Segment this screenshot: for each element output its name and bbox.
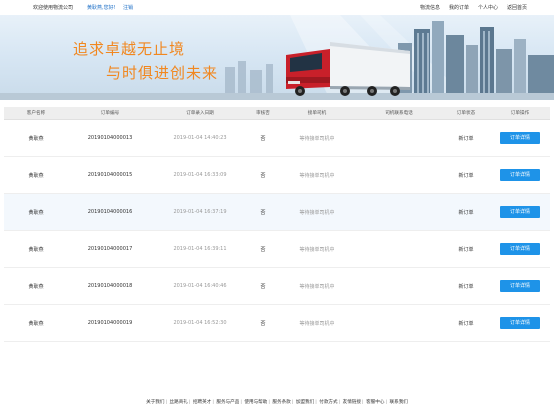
divider: | <box>385 400 388 405</box>
order-detail-button[interactable]: 订单详情 <box>500 132 540 144</box>
footer-link[interactable]: 加盟我们 <box>296 400 314 405</box>
audited-status: 否 <box>260 209 266 216</box>
divider: | <box>188 400 191 405</box>
order-number: 20190104000018 <box>87 283 133 289</box>
footer-link[interactable]: 使用与帮助 <box>244 400 267 405</box>
order-status: 新订单 <box>458 246 474 253</box>
column-header: 订单操作 <box>510 111 530 116</box>
divider: | <box>338 400 341 405</box>
customer-name: 黄耿燕 <box>28 135 44 142</box>
user-greeting-link[interactable]: 黄耿燕,您好! <box>87 4 116 11</box>
divider: | <box>268 400 270 405</box>
footer-link[interactable]: 付款方式 <box>319 400 337 405</box>
audited-status: 否 <box>260 172 266 179</box>
order-detail-button[interactable]: 订单详情 <box>500 169 540 181</box>
footer-link[interactable]: 丝路商礼 <box>170 400 188 405</box>
column-header: 接单司机 <box>307 111 327 116</box>
order-date: 2019-01-04 16:39:11 <box>173 246 227 252</box>
audited-status: 否 <box>260 135 266 142</box>
table-row: 黄耿燕 20190104000019 2019-01-04 16:52:30 否… <box>4 305 550 342</box>
driver-status: 等待接单司机中 <box>299 209 335 216</box>
audited-status: 否 <box>260 283 266 290</box>
order-number: 20190104000013 <box>87 135 133 141</box>
order-date: 2019-01-04 16:33:09 <box>173 172 227 178</box>
welcome-text: 欢迎使用物流公司 <box>33 5 74 11</box>
divider: | <box>165 400 168 405</box>
nav-my-orders[interactable]: 我的订单 <box>449 4 469 11</box>
customer-name: 黄耿燕 <box>28 172 44 179</box>
order-date: 2019-01-04 16:52:30 <box>173 320 227 326</box>
order-date: 2019-01-04 16:40:46 <box>173 283 227 289</box>
top-nav: 物流信息 我的订单 个人中心 返回首页 <box>420 4 527 11</box>
order-detail-button[interactable]: 订单详情 <box>500 280 540 292</box>
driver-status: 等待接单司机中 <box>299 135 335 142</box>
footer-link[interactable]: 关于我们 <box>146 400 164 405</box>
footer-links: 关于我们| 丝路商礼| 招聘英才| 服务与产品| 使用与帮助| 服务条款| 加盟… <box>0 399 554 405</box>
order-status: 新订单 <box>458 172 474 179</box>
hero-banner: 追求卓越无止境 与时俱进创未来 <box>0 15 554 100</box>
order-detail-button[interactable]: 订单详情 <box>500 206 540 218</box>
table-row: 黄耿燕 20190104000017 2019-01-04 16:39:11 否… <box>4 231 550 268</box>
audited-status: 否 <box>260 320 266 327</box>
customer-name: 黄耿燕 <box>28 246 44 253</box>
driver-status: 等待接单司机中 <box>299 246 335 253</box>
column-header: 司机联系电话 <box>385 111 413 116</box>
driver-status: 等待接单司机中 <box>299 283 335 290</box>
audited-status: 否 <box>260 246 266 253</box>
order-status: 新订单 <box>458 320 474 327</box>
customer-name: 黄耿燕 <box>28 209 44 216</box>
order-detail-button[interactable]: 订单详情 <box>500 317 540 329</box>
column-header: 客户名称 <box>26 111 46 116</box>
footer-link[interactable]: 联系我们 <box>390 400 408 405</box>
table-row: 黄耿燕 20190104000018 2019-01-04 16:40:46 否… <box>4 268 550 305</box>
order-date: 2019-01-04 16:37:19 <box>173 209 227 215</box>
footer-link[interactable]: 客服中心 <box>366 400 384 405</box>
order-status: 新订单 <box>458 135 474 142</box>
column-header: 订单状态 <box>456 111 476 116</box>
divider: | <box>315 400 317 405</box>
footer-link[interactable]: 招聘英才 <box>193 400 211 405</box>
order-number: 20190104000016 <box>87 209 133 215</box>
divider: | <box>212 400 214 405</box>
top-bar: 欢迎使用物流公司 黄耿燕,您好! 注销 物流信息 我的订单 个人中心 返回首页 <box>0 0 554 15</box>
column-header: 订单录入日期 <box>186 111 214 116</box>
banner-slogan-2: 与时俱进创未来 <box>106 64 219 82</box>
banner-slogan-1: 追求卓越无止境 <box>73 40 186 58</box>
order-date: 2019-01-04 14:40:23 <box>173 135 227 141</box>
order-detail-button[interactable]: 订单详情 <box>500 243 540 255</box>
order-status: 新订单 <box>458 283 474 290</box>
nav-back-home[interactable]: 返回首页 <box>507 4 527 11</box>
table-row: 黄耿燕 20190104000016 2019-01-04 16:37:19 否… <box>4 194 550 231</box>
driver-status: 等待接单司机中 <box>299 320 335 327</box>
footer-link[interactable]: 友情链接 <box>343 400 361 405</box>
divider: | <box>291 400 294 405</box>
order-number: 20190104000015 <box>87 172 133 178</box>
customer-name: 黄耿燕 <box>28 320 44 327</box>
orders-table: 客户名称 订单编号 订单录入日期 审核否 接单司机 司机联系电话 订单状态 订单… <box>4 107 550 342</box>
footer-link[interactable]: 服务与产品 <box>216 400 239 405</box>
nav-logistics-info[interactable]: 物流信息 <box>420 4 440 11</box>
divider: | <box>240 400 242 405</box>
column-header: 订单编号 <box>100 111 120 116</box>
column-header: 审核否 <box>256 111 270 116</box>
nav-personal-center[interactable]: 个人中心 <box>478 4 498 11</box>
order-status: 新订单 <box>458 209 474 216</box>
driver-status: 等待接单司机中 <box>299 172 335 179</box>
divider: | <box>362 400 364 405</box>
order-number: 20190104000017 <box>87 246 133 252</box>
table-header: 客户名称 订单编号 订单录入日期 审核否 接单司机 司机联系电话 订单状态 订单… <box>4 107 550 120</box>
table-row: 黄耿燕 20190104000013 2019-01-04 14:40:23 否… <box>4 120 550 157</box>
table-row: 黄耿燕 20190104000015 2019-01-04 16:33:09 否… <box>4 157 550 194</box>
customer-name: 黄耿燕 <box>28 283 44 290</box>
footer-link[interactable]: 服务条款 <box>272 400 290 405</box>
logout-link[interactable]: 注销 <box>123 4 133 11</box>
order-number: 20190104000019 <box>87 320 133 326</box>
